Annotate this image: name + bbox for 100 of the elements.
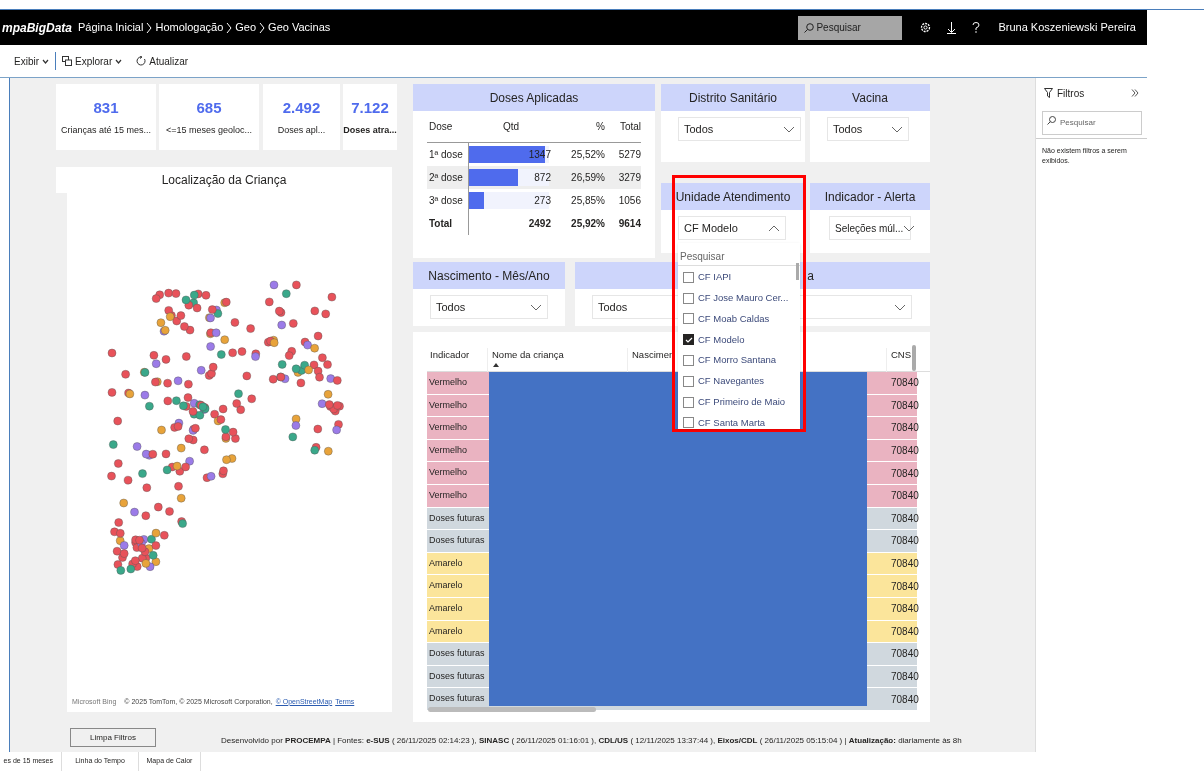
filter-icon [1044, 88, 1053, 98]
breadcrumb-link[interactable]: Geo [235, 19, 257, 36]
breadcrumb-link[interactable]: Homologação [155, 19, 224, 36]
pane-title: Filtros [1057, 86, 1085, 101]
dropdown-field[interactable]: CF Modelo [678, 216, 786, 240]
visual-title: Localização da Criança [161, 172, 287, 189]
caret-down-icon [42, 58, 49, 64]
kpi-value: 7.122 [351, 97, 389, 118]
caret-down-icon [891, 125, 903, 133]
table-cell: 70840 [887, 552, 917, 575]
kpi-label: Crianças até 15 mes... [60, 124, 151, 137]
dropdown-field[interactable]: Seleções múl... [829, 216, 911, 240]
toolbar-button[interactable]: Atualizar [136, 53, 189, 69]
dropdown-option[interactable]: CF Jose Mauro Cer... [678, 287, 794, 309]
kpi-value: 685 [196, 97, 222, 118]
caret-down-icon [894, 303, 906, 311]
visual-title: Vacina [852, 89, 888, 107]
settings-icon [920, 22, 932, 33]
dropdown-option[interactable]: CF Moab Caldas [678, 308, 794, 330]
kpi-value: 2.492 [282, 97, 321, 118]
sort-ascending-icon [493, 363, 499, 368]
table-cell: 70840 [887, 372, 917, 394]
search-field[interactable]: Pesquisar [678, 248, 800, 266]
checkbox[interactable] [683, 417, 694, 429]
caret-up-icon [768, 224, 780, 232]
help-icon [972, 22, 981, 33]
table-cell: Vermelho [427, 372, 489, 394]
table-cell: 70840 [887, 439, 917, 462]
search-icon [1047, 116, 1056, 125]
table-cell: Doses futuras [427, 530, 489, 552]
table-cell-text: 9614 [617, 217, 641, 231]
checkbox[interactable] [683, 396, 694, 408]
visual-title: Doses Aplicadas [489, 89, 579, 107]
table-cell: Vermelho [427, 484, 489, 507]
dropdown-option[interactable]: CF Primeiro de Maio [678, 391, 794, 413]
column-header: Qtd [502, 120, 521, 134]
clear-filters-button[interactable]: Limpa Filtros [70, 728, 156, 747]
download-icon [947, 21, 957, 34]
app-logo-text: mpaBigData [1, 19, 70, 37]
checkmark-icon [684, 336, 693, 343]
chevron-right-icon [259, 21, 266, 34]
scrollbar[interactable] [428, 707, 596, 712]
table-cell: 70840 [887, 597, 917, 620]
scrollbar[interactable] [912, 345, 916, 371]
table-cell: Doses futuras [427, 507, 489, 530]
checkbox[interactable] [683, 313, 694, 325]
table-cell: 70840 [887, 643, 917, 665]
breadcrumb-link[interactable]: Geo Vacinas [268, 19, 331, 36]
column-header: Total [618, 120, 641, 134]
visual-title: Distrito Sanitário [689, 89, 777, 107]
column-header[interactable]: Indicador [427, 348, 487, 372]
caret-down-icon [783, 125, 795, 133]
table-cell-text: 5279 [617, 148, 641, 162]
toolbar-button[interactable]: Exibir [14, 53, 49, 69]
dropdown-option[interactable]: CF Navegantes [678, 371, 794, 392]
table-cell-text: 25,92% [570, 217, 605, 231]
table-cell: Vermelho [427, 439, 489, 462]
search-field[interactable]: Pesquisar [798, 15, 903, 40]
kpi-label: Doses apl... [277, 124, 326, 137]
dropdown-option[interactable]: CF IAPI [678, 267, 794, 288]
dropdown-option[interactable]: CF Morro Santana [678, 350, 794, 371]
dropdown-field[interactable]: Todos [678, 117, 801, 141]
table-cell: 70840 [887, 665, 917, 688]
column-header: Dose [428, 120, 454, 134]
visual-title: a [807, 267, 814, 285]
chevron-right-icon [146, 21, 153, 34]
table-cell-text: 1056 [617, 194, 641, 208]
table-cell-text: 872 [534, 171, 551, 185]
dropdown-field[interactable]: Todos [827, 117, 909, 141]
table-cell: Vermelho [427, 394, 489, 417]
table-cell-text: 273 [534, 194, 551, 208]
checkbox[interactable] [683, 292, 694, 304]
table-cell: 70840 [887, 620, 917, 643]
table-cell: 70840 [887, 530, 917, 552]
table-cell: 70840 [887, 575, 917, 597]
dropdown-option[interactable]: CF Modelo [678, 329, 794, 351]
checkbox[interactable] [683, 375, 694, 387]
caret-down-icon [530, 303, 542, 311]
table-cell-text: 25,85% [570, 194, 605, 208]
table-cell: 70840 [887, 688, 917, 710]
dropdown-option[interactable]: CF Santa Marta [678, 412, 794, 429]
checkbox[interactable] [683, 355, 694, 367]
column-header: % [595, 120, 605, 134]
scrollbar[interactable] [796, 263, 799, 280]
table-cell-text: 26,59% [570, 171, 605, 185]
table-cell: 70840 [887, 417, 917, 439]
table-cell: Amarelo [427, 552, 489, 575]
footer-text: Desenvolvido por PROCEMPA | Fontes: e-SUS ( 26/11/2025 02:14:23 ), SINASC ( 26/11/2025 01:16:01 ), CDL/US ( 12/11/2025 13:37:44 ), Eixos/CDL ( 26/11/2025 05:15:04 ) | Atualização: diariamente às 8h [221, 735, 962, 747]
checkbox[interactable] [683, 271, 694, 283]
dropdown-field[interactable]: Todos [430, 295, 548, 319]
toolbar-button[interactable]: Explorar [62, 53, 123, 69]
kpi-label: Doses atra... [343, 124, 397, 137]
table-cell: Vermelho [427, 462, 489, 484]
breadcrumb-link[interactable]: Página Inicial [78, 19, 144, 36]
caret-down-icon [115, 58, 123, 64]
caret-down-icon [903, 224, 916, 232]
table-cell: Doses futuras [427, 665, 489, 688]
checkbox[interactable] [683, 334, 694, 346]
search-field[interactable]: Pesquisar [1042, 110, 1142, 135]
table-cell: Doses futuras [427, 643, 489, 665]
